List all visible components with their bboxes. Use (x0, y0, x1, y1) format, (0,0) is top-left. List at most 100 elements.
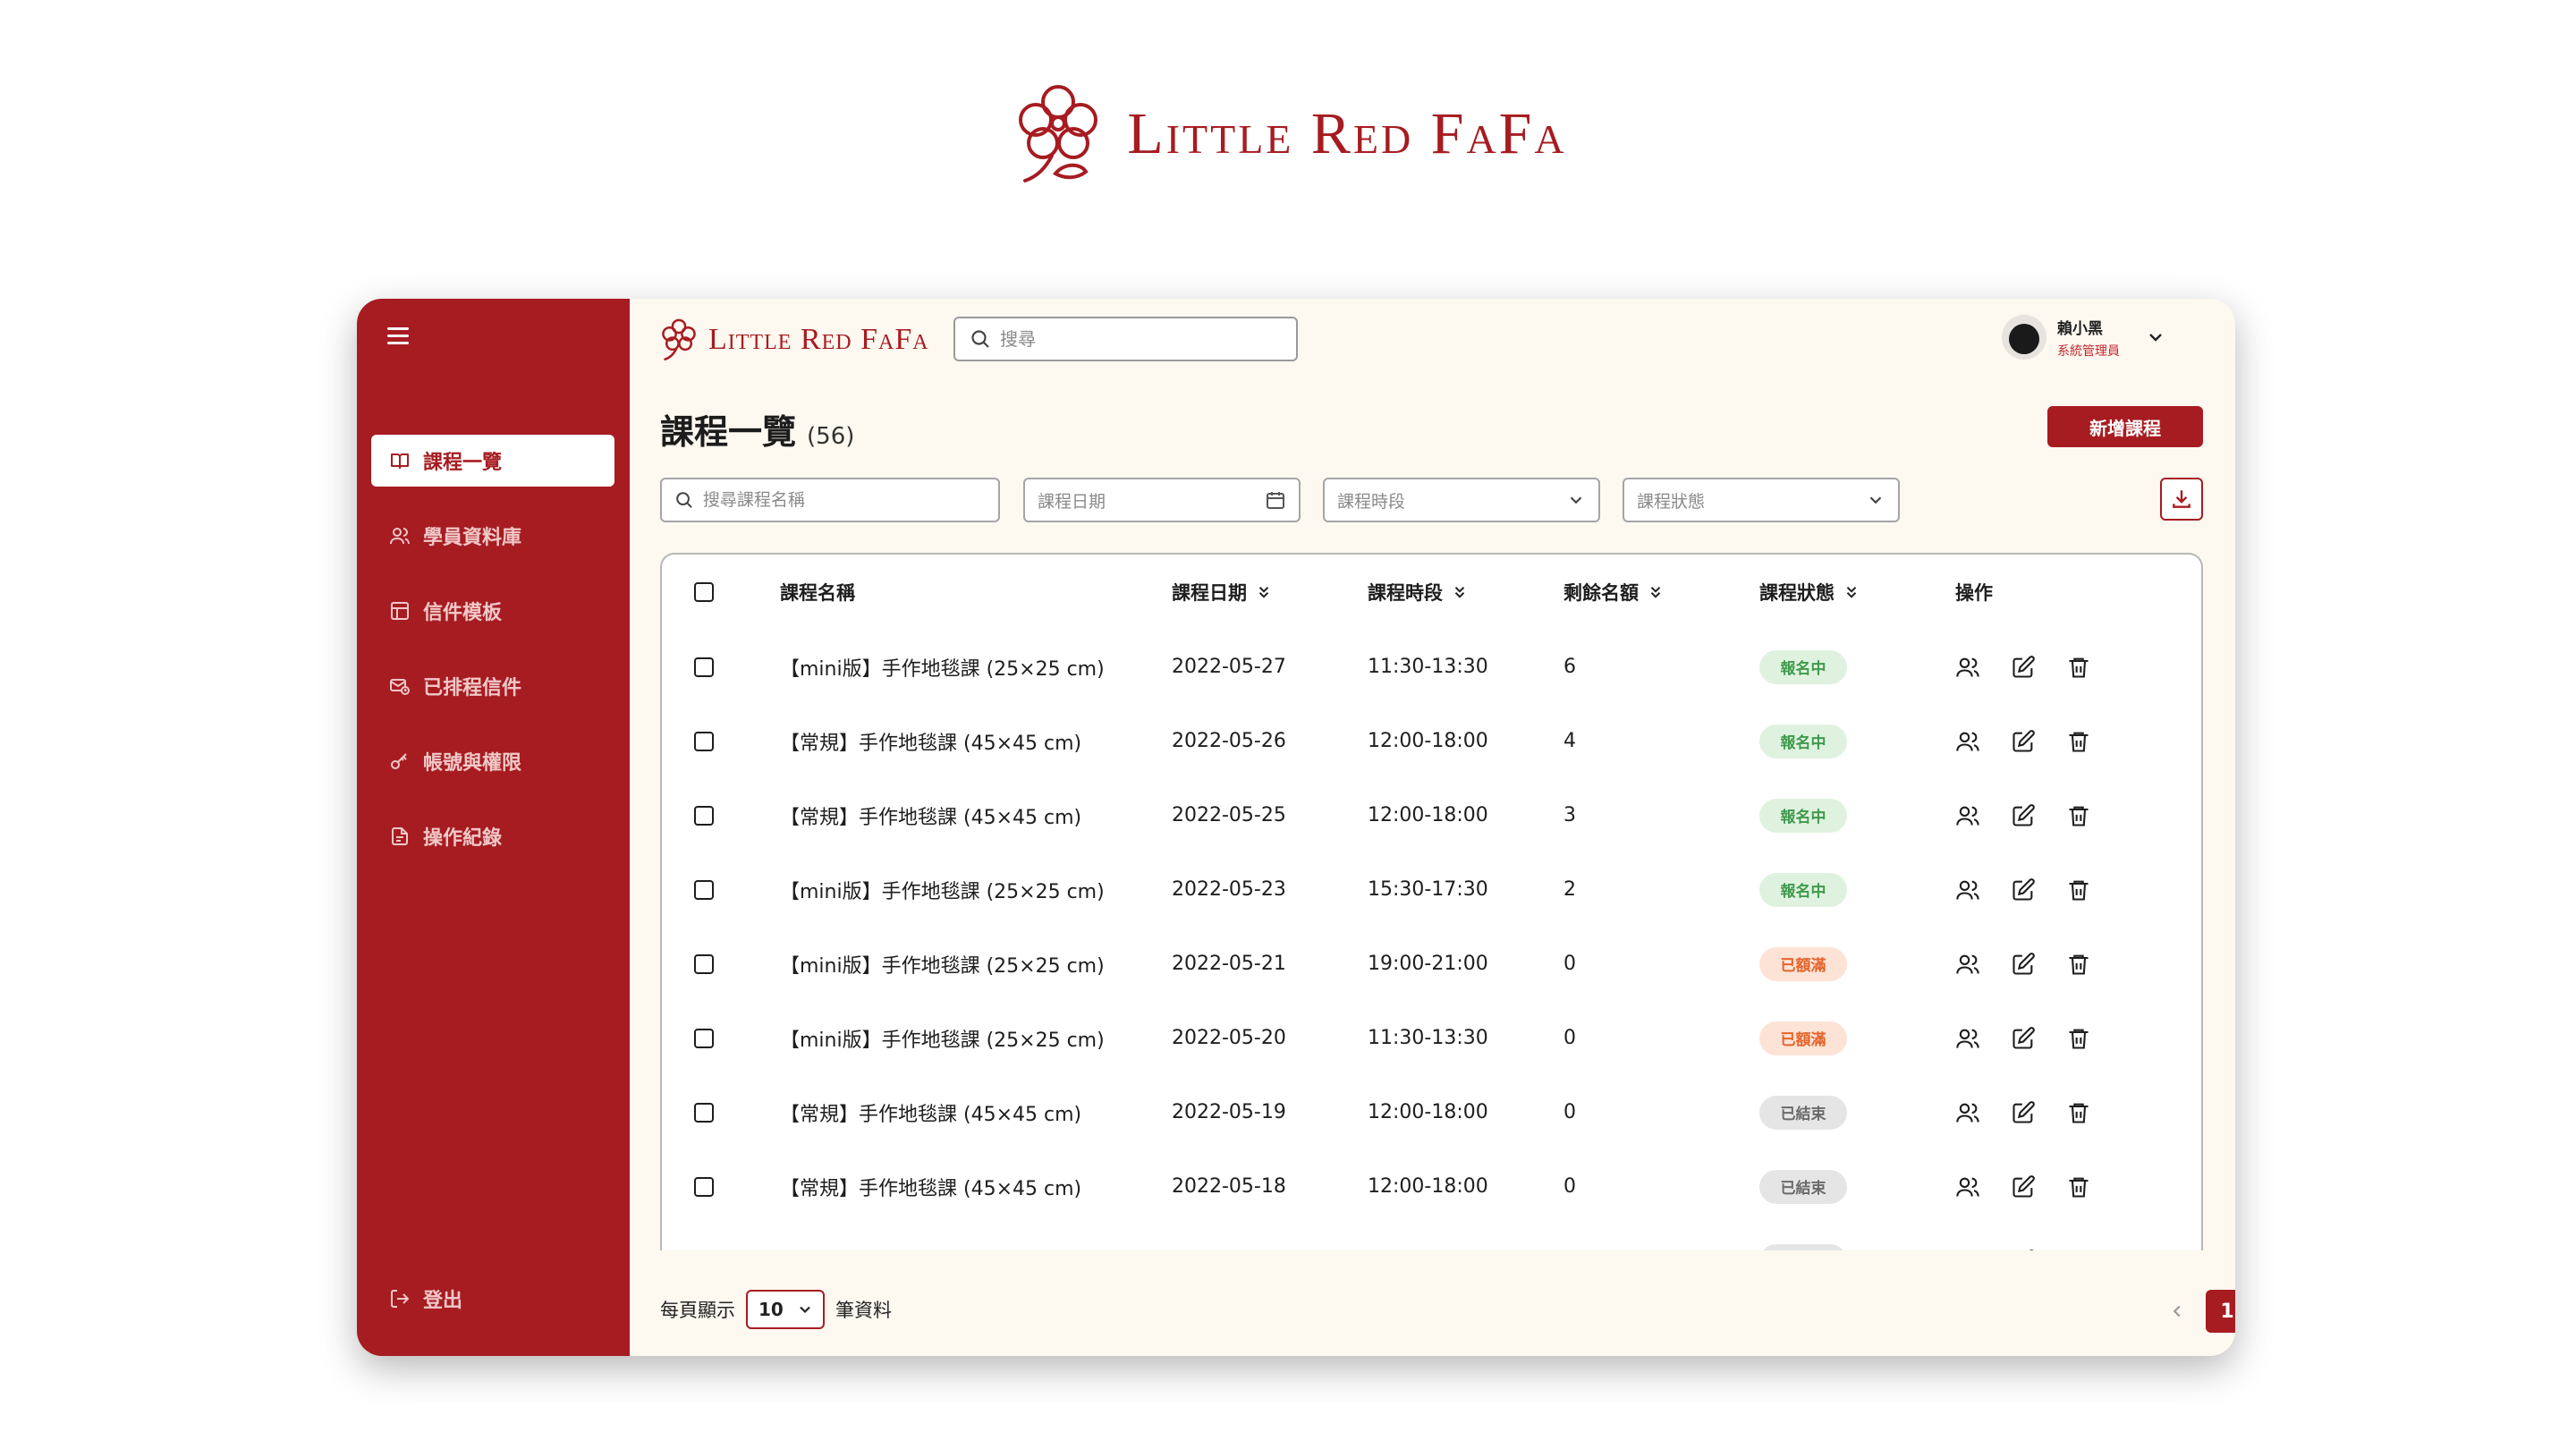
status-badge: 報名中 (1759, 724, 1847, 758)
sort-date[interactable]: 課程日期 (1172, 555, 1272, 629)
users-icon (390, 528, 410, 545)
status-badge: 報名中 (1759, 872, 1847, 907)
chevron-left-icon (2173, 1305, 2181, 1318)
edit-icon[interactable] (2011, 1249, 2036, 1251)
participants-icon[interactable] (1955, 1249, 1980, 1251)
sidebar-item-label: 已排程信件 (423, 677, 522, 699)
participants-icon[interactable] (1955, 803, 1980, 828)
trash-icon[interactable] (2066, 1249, 2091, 1251)
edit-icon[interactable] (2011, 729, 2036, 754)
sort-remaining[interactable]: 剩餘名額 (1563, 555, 1664, 629)
edit-icon[interactable] (2011, 1100, 2036, 1125)
participants-icon[interactable] (1955, 1174, 1980, 1199)
participants-icon[interactable] (1955, 655, 1980, 680)
course-date-placeholder: 課程日期 (1038, 491, 1106, 512)
key-icon (391, 753, 407, 769)
table-row: 【常規】手作地毯課 (45×45 cm)2022-05-1812:00-18:0… (662, 1224, 2201, 1250)
hamburger-menu-icon[interactable] (387, 327, 411, 347)
edit-icon[interactable] (2011, 1174, 2036, 1199)
calendar-icon[interactable] (1265, 489, 1286, 511)
global-search-input[interactable] (1000, 328, 1268, 350)
trash-icon[interactable] (2066, 952, 2091, 977)
edit-icon[interactable] (2011, 655, 2036, 680)
prev-page-button[interactable] (2156, 1290, 2199, 1333)
page-title-text: 課程一覽 (660, 412, 797, 452)
row-checkbox[interactable] (694, 1102, 714, 1123)
course-date-filter[interactable]: 課程日期 (1023, 478, 1301, 522)
participants-icon[interactable] (1955, 1100, 1980, 1125)
table-header: 課程名稱 課程日期 課程時段 剩餘名額 課程狀態 操作 (662, 555, 2201, 629)
export-button[interactable] (2160, 478, 2203, 521)
row-checkbox[interactable] (694, 731, 714, 751)
sort-down-icon[interactable] (1452, 584, 1468, 600)
row-actions (1955, 927, 2122, 1001)
trash-icon[interactable] (2066, 1026, 2091, 1051)
course-date: 2022-05-19 (1172, 1101, 1286, 1123)
edit-icon[interactable] (2011, 1026, 2036, 1051)
row-checkbox[interactable] (694, 805, 714, 826)
trash-icon[interactable] (2066, 1174, 2091, 1199)
course-name: 【常規】手作地毯課 (45×45 cm) (780, 732, 1082, 755)
row-checkbox[interactable] (694, 1176, 714, 1197)
course-time: 12:00-18:00 (1368, 804, 1488, 826)
sort-down-icon[interactable] (1648, 584, 1664, 600)
course-count: (56) (807, 423, 855, 450)
row-checkbox[interactable] (694, 953, 714, 974)
page-button-1[interactable]: 1 (2206, 1290, 2235, 1333)
course-name-input[interactable] (702, 490, 986, 510)
course-time-filter[interactable]: 課程時段 (1323, 478, 1600, 522)
trash-icon[interactable] (2066, 655, 2091, 680)
logout-button[interactable]: 登出 (371, 1281, 462, 1317)
sidebar-item-scheduled-mail[interactable]: 已排程信件 (371, 660, 614, 712)
trash-icon[interactable] (2066, 1100, 2091, 1125)
global-search[interactable] (953, 317, 1298, 361)
edit-icon[interactable] (2011, 803, 2036, 828)
participants-icon[interactable] (1955, 877, 1980, 902)
sidebar-item-logs[interactable]: 操作紀錄 (371, 810, 614, 862)
participants-icon[interactable] (1955, 729, 1980, 754)
course-time-placeholder: 課程時段 (1337, 491, 1406, 512)
row-actions (1955, 1224, 2122, 1250)
row-checkbox[interactable] (694, 879, 714, 900)
sort-status[interactable]: 課程狀態 (1759, 555, 1860, 629)
column-header-actions: 操作 (1955, 581, 1993, 604)
sort-time[interactable]: 課程時段 (1368, 555, 1468, 629)
table-row: 【常規】手作地毯課 (45×45 cm) 2022-05-26 12:00-18:0… (662, 704, 2201, 778)
select-all-checkbox[interactable] (694, 581, 714, 602)
table-row: 【mini版】手作地毯課 (25×25 cm) 2022-05-20 11:30-1… (662, 1001, 2201, 1075)
page-size-select[interactable]: 10 (746, 1290, 825, 1329)
course-name-search[interactable] (660, 478, 1000, 522)
course-date: 2022-05-25 (1172, 804, 1286, 826)
remaining-seats: 0 (1563, 953, 1576, 975)
sidebar-item-label: 學員資料庫 (423, 527, 522, 549)
participants-icon[interactable] (1955, 952, 1980, 977)
add-course-button[interactable]: 新增課程 (2047, 406, 2203, 447)
edit-icon[interactable] (2011, 877, 2036, 902)
edit-icon[interactable] (2011, 952, 2036, 977)
trash-icon[interactable] (2066, 877, 2091, 902)
sidebar-item-courses[interactable]: 課程一覽 (371, 435, 614, 487)
row-checkbox[interactable] (694, 1028, 714, 1048)
row-checkbox[interactable] (694, 657, 714, 677)
trash-icon[interactable] (2066, 803, 2091, 828)
avatar[interactable] (2002, 315, 2046, 360)
status-badge: 報名中 (1759, 798, 1847, 833)
chevron-down-icon[interactable] (2145, 326, 2166, 348)
sort-down-icon[interactable] (1843, 584, 1860, 600)
row-actions (1955, 704, 2122, 778)
user-menu[interactable]: 賴小黑 系統管理員 (2002, 315, 2166, 360)
per-page-suffix: 筆資料 (835, 1300, 892, 1321)
course-time: 11:30-13:30 (1368, 656, 1488, 678)
course-table: 課程名稱 課程日期 課程時段 剩餘名額 課程狀態 操作 【mini版】手作地毯課… (660, 553, 2203, 1250)
course-status-filter[interactable]: 課程狀態 (1623, 478, 1900, 522)
course-name: 【mini版】手作地毯課 (25×25 cm) (780, 880, 1105, 903)
sidebar-item-students[interactable]: 學員資料庫 (371, 510, 614, 562)
sidebar-item-templates[interactable]: 信件模板 (371, 585, 614, 637)
participants-icon[interactable] (1955, 1026, 1980, 1051)
status-badge: 已結束 (1759, 1169, 1847, 1204)
sort-down-icon[interactable] (1256, 584, 1272, 600)
app-logo[interactable]: Little Red FaFa (658, 317, 929, 363)
course-time: 12:00-18:00 (1368, 730, 1488, 752)
trash-icon[interactable] (2066, 729, 2091, 754)
sidebar-item-accounts[interactable]: 帳號與權限 (371, 735, 614, 787)
